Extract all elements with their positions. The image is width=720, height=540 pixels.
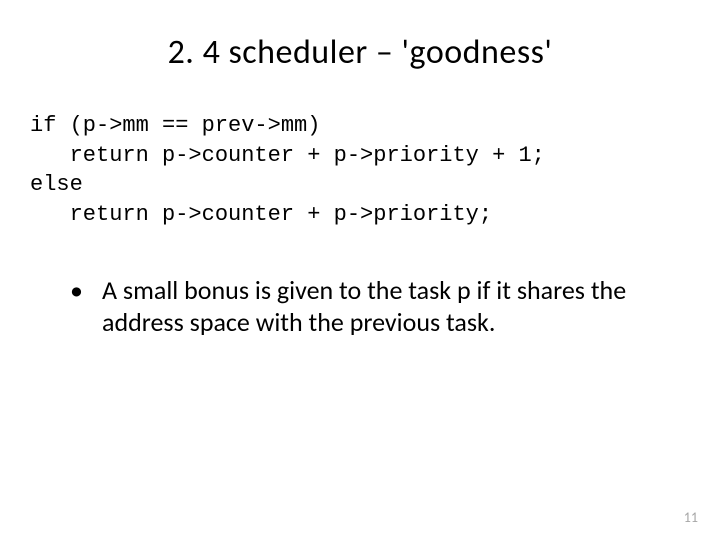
slide-title: 2. 4 scheduler – 'goodness' [40, 32, 680, 73]
slide-container: 2. 4 scheduler – 'goodness' if (p->mm ==… [0, 0, 720, 540]
bullet-item: A small bonus is given to the task p if … [70, 274, 680, 339]
page-number: 11 [684, 509, 698, 526]
bullet-list: A small bonus is given to the task p if … [70, 274, 680, 339]
code-block: if (p->mm == prev->mm) return p->counter… [30, 111, 680, 230]
